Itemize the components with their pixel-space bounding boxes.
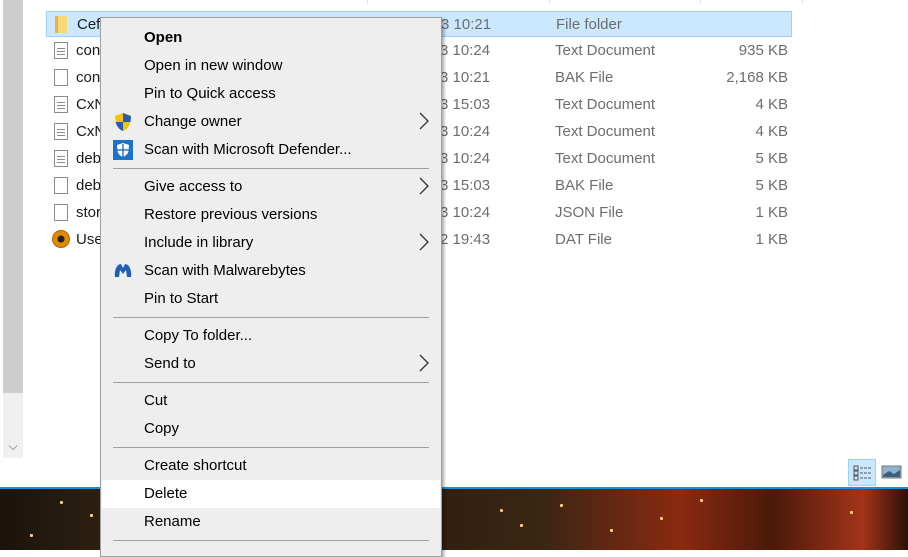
file-size: 5 KB <box>755 150 788 167</box>
file-name: con <box>76 69 101 86</box>
context-menu: Open Open in new window Pin to Quick acces… <box>100 17 442 557</box>
uac-shield-icon <box>113 112 133 132</box>
file-size: 1 KB <box>755 204 788 221</box>
menu-item-open[interactable]: Open <box>102 24 440 52</box>
file-name: deb <box>76 150 102 167</box>
file-size: 1 KB <box>755 231 788 248</box>
menu-item-label: Include in library <box>144 234 254 251</box>
file-date-modified: 3 10:21 <box>441 16 492 33</box>
text-document-icon <box>54 150 68 167</box>
text-document-icon <box>54 123 68 140</box>
blank-file-icon <box>54 69 68 86</box>
file-date-modified: 3 10:24 <box>440 123 491 140</box>
file-type: BAK File <box>555 69 614 86</box>
chevron-right-icon <box>418 177 430 195</box>
large-icons-view-button[interactable] <box>879 459 905 486</box>
menu-item-copy[interactable]: Copy <box>102 415 440 443</box>
file-name: con <box>76 42 101 59</box>
navigation-pane: ⌵ <box>0 0 28 458</box>
chevron-right-icon <box>418 233 430 251</box>
menu-item-restore-previous-versions[interactable]: Restore previous versions <box>102 201 440 229</box>
menu-item-rename[interactable]: Rename <box>102 508 440 536</box>
chevron-right-icon <box>418 112 430 130</box>
file-date-modified: 2 19:43 <box>440 231 491 248</box>
details-view-button[interactable] <box>848 459 876 486</box>
menu-item-label: Give access to <box>144 178 243 195</box>
file-name: deb <box>76 177 102 194</box>
menu-item-change-owner[interactable]: Change owner <box>102 108 440 136</box>
file-name: Use <box>76 231 103 248</box>
file-date-modified: 3 10:24 <box>440 150 491 167</box>
file-size: 4 KB <box>755 96 788 113</box>
menu-item-label: Restore previous versions <box>144 206 318 223</box>
menu-item-label: Send to <box>144 355 196 372</box>
menu-item-give-access-to[interactable]: Give access to <box>102 173 440 201</box>
file-size: 2,168 KB <box>726 69 788 86</box>
menu-item-label: Delete <box>144 485 188 502</box>
file-date-modified: 3 15:03 <box>440 96 491 113</box>
chevron-down-icon: ⌵ <box>8 439 18 453</box>
file-type: File folder <box>556 16 622 33</box>
file-type: BAK File <box>555 177 614 194</box>
file-type: JSON File <box>555 204 624 221</box>
menu-item-create-shortcut[interactable]: Create shortcut <box>102 452 440 480</box>
blank-file-icon <box>54 204 68 221</box>
menu-item-label: Rename <box>144 513 201 530</box>
text-document-icon <box>54 42 68 59</box>
file-date-modified: 3 10:24 <box>440 204 491 221</box>
file-date-modified: 3 10:24 <box>440 42 491 59</box>
menu-item-label: Cut <box>144 392 168 409</box>
menu-item-pin-to-start[interactable]: Pin to Start <box>102 285 440 313</box>
scrollbar-thumb[interactable] <box>3 0 23 393</box>
file-type: Text Document <box>555 150 656 167</box>
text-document-icon <box>54 96 68 113</box>
file-date-modified: 3 10:21 <box>440 69 491 86</box>
menu-item-label: Scan with Microsoft Defender... <box>144 141 352 158</box>
menu-item-open-in-new-window[interactable]: Open in new window <box>102 52 440 80</box>
defender-icon <box>113 140 133 160</box>
menu-item-label: Pin to Quick access <box>144 85 276 102</box>
file-type: Text Document <box>555 123 656 140</box>
file-type: DAT File <box>555 231 612 248</box>
large-icons-view-icon <box>881 465 902 479</box>
menu-item-copy-to-folder[interactable]: Copy To folder... <box>102 322 440 350</box>
menu-separator <box>113 382 429 383</box>
file-size: 4 KB <box>755 123 788 140</box>
menu-item-include-in-library[interactable]: Include in library <box>102 229 440 257</box>
menu-item-label: Open <box>144 29 183 46</box>
dat-file-icon <box>52 230 70 248</box>
menu-item-scan-with-malwarebytes[interactable]: Scan with Malwarebytes <box>102 257 440 285</box>
menu-item-cut[interactable]: Cut <box>102 387 440 415</box>
menu-item-label: Create shortcut <box>144 457 247 474</box>
menu-item-send-to[interactable]: Send to <box>102 350 440 378</box>
file-size: 935 KB <box>738 42 788 59</box>
malwarebytes-icon <box>113 261 133 281</box>
details-view-icon <box>853 465 871 481</box>
menu-item-label: Pin to Start <box>144 290 219 307</box>
file-type: Text Document <box>555 96 656 113</box>
file-type: Text Document <box>555 42 656 59</box>
file-date-modified: 3 15:03 <box>440 177 491 194</box>
menu-item-label: Scan with Malwarebytes <box>144 262 306 279</box>
menu-item-pin-to-quick-access[interactable]: Pin to Quick access <box>102 80 440 108</box>
file-name: Cef <box>77 16 101 33</box>
menu-item-label: Open in new window <box>144 57 283 74</box>
blank-file-icon <box>54 177 68 194</box>
chevron-right-icon <box>418 354 430 372</box>
folder-icon <box>55 16 67 33</box>
menu-item-label: Copy <box>144 420 180 437</box>
menu-separator <box>113 447 429 448</box>
menu-separator <box>113 317 429 318</box>
menu-item-scan-with-microsoft-defender[interactable]: Scan with Microsoft Defender... <box>102 136 440 164</box>
menu-item-delete[interactable]: Delete <box>102 480 440 508</box>
scroll-down-button[interactable]: ⌵ <box>3 436 23 456</box>
file-name: stor <box>76 204 102 221</box>
file-size: 5 KB <box>755 177 788 194</box>
menu-separator <box>113 540 429 541</box>
menu-item-label: Copy To folder... <box>144 327 253 344</box>
menu-item-label: Change owner <box>144 113 242 130</box>
menu-separator <box>113 168 429 169</box>
